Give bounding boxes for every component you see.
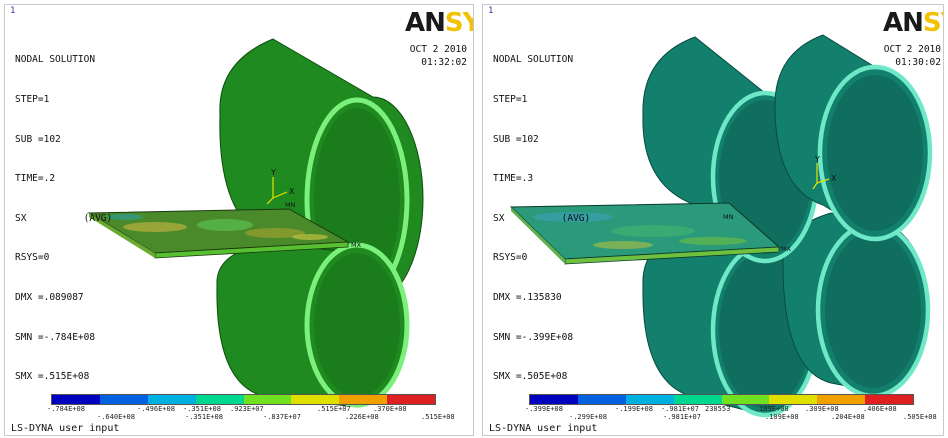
legend-tick: -.784E+08 [47,405,85,413]
dmx-line: DMX =.089087 [15,291,84,303]
legend-tick: .370E+08 [373,405,407,413]
legend-band [625,395,674,404]
solution-info: NODAL SOLUTION STEP=1 SUB =102 TIME=.3 S… [493,27,590,410]
contour-legend-bar [529,394,914,405]
legend-band [577,395,626,404]
time-line: TIME=.3 [493,173,534,185]
legend-tick: .204E+08 [831,413,865,421]
legend-tick: -.981E+07 [663,413,701,421]
legend-tick: .515E+08 [421,413,455,421]
legend-band [721,395,770,404]
legend-band [291,395,340,404]
legend-band [147,395,196,404]
legend-band [817,395,866,404]
timestamp: OCT 2 2010 01:30:02 [867,43,941,69]
solution-info: NODAL SOLUTION STEP=1 SUB =102 TIME=.2 S… [15,27,112,410]
dmx-line: DMX =.135830 [493,291,562,303]
left-viewport[interactable]: Y X MN MX 1 NODAL SOLUTION STEP=1 SUB =1… [4,4,474,436]
result-item-line: SX (AVG) [493,212,591,224]
solution-title: NODAL SOLUTION [15,54,96,66]
timestamp: OCT 2 2010 01:32:02 [393,43,467,69]
legend-band [530,395,578,404]
substep-line: SUB =102 [493,133,539,145]
legend-tick: .109E+08 [765,413,799,421]
legend-tick: -.837E+07 [263,413,301,421]
max-marker: MX [351,241,362,249]
date-text: OCT 2 2010 [409,44,467,55]
smx-line: SMX =.515E+08 [15,371,90,383]
right-viewport[interactable]: Y X MN MX 1 NODAL SOLUTION STEP=1 SUB =1… [482,4,944,436]
step-line: STEP=1 [493,94,528,105]
legend-band [99,395,148,404]
legend-band [243,395,292,404]
ansys-logo: ANSYS [883,8,943,38]
legend-tick: .109E+08 [755,405,789,413]
rsys-line: RSYS=0 [493,252,528,264]
footer-title: LS-DYNA user input [489,423,598,434]
axis-y-label: Y [270,168,276,177]
legend-band [52,395,100,404]
legend-band [387,395,435,404]
legend-tick: -.351E+08 [185,413,223,421]
contour-legend-bar [51,394,436,405]
legend-tick: .515E+07 [317,405,351,413]
smn-line: SMN =-.399E+08 [493,331,574,343]
step-line: STEP=1 [15,94,50,105]
window-number: 1 [10,6,16,16]
legend-band [195,395,244,404]
min-marker: MN [285,201,296,209]
result-item-line: SX (AVG) [15,212,113,224]
substep-line: SUB =102 [15,133,61,145]
legend-tick: .226E+08 [345,413,379,421]
legend-tick: 238553 [705,405,731,413]
legend-tick: .923E+07 [230,405,264,413]
max-marker: MX [781,245,792,253]
bottom-roller [216,242,410,408]
legend-tick: .309E+08 [805,405,839,413]
legend-tick: -.299E+08 [569,413,607,421]
window-number: 1 [488,6,494,16]
legend-band [865,395,913,404]
smx-line: SMX =.505E+08 [493,371,568,383]
smn-line: SMN =-.784E+08 [15,331,96,343]
legend-tick: .505E+08 [903,413,937,421]
legend-tick: -.399E+08 [525,405,563,413]
ansys-logo: ANSYS [405,8,473,38]
rsys-line: RSYS=0 [15,252,50,264]
legend-tick: -.496E+08 [137,405,175,413]
legend-band [673,395,722,404]
legend-tick: -.199E+08 [615,405,653,413]
solution-title: NODAL SOLUTION [493,54,574,66]
legend-tick: .406E+08 [863,405,897,413]
axis-x-label: X [289,187,295,196]
axis-y-label: Y [814,155,820,164]
time-text: 01:32:02 [421,57,467,68]
legend-band [339,395,388,404]
footer-title: LS-DYNA user input [11,423,120,434]
time-line: TIME=.2 [15,173,56,185]
date-text: OCT 2 2010 [883,44,941,55]
legend-tick: -.351E+08 [183,405,221,413]
axis-x-label: X [831,174,837,183]
legend-band [769,395,818,404]
time-text: 01:30:02 [895,57,941,68]
min-marker: MN [723,213,734,221]
legend-tick: -.981E+07 [661,405,699,413]
legend-tick: -.640E+08 [97,413,135,421]
